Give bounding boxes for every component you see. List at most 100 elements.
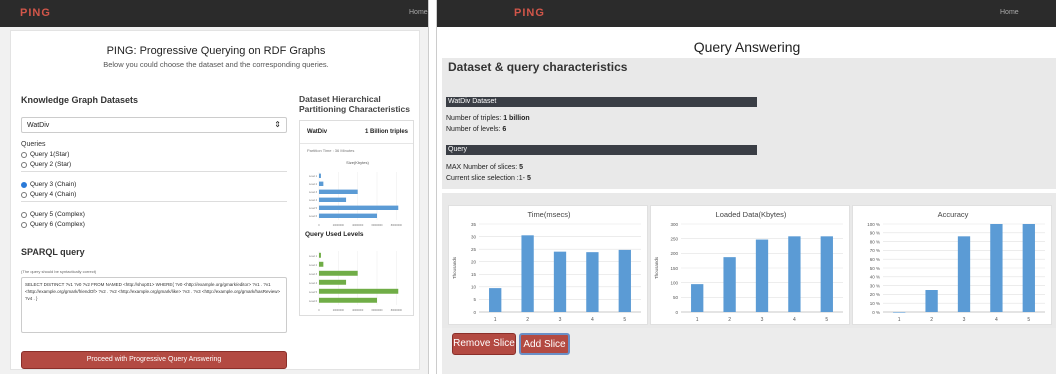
mini-chart-title: Size(Kbytes): [346, 160, 369, 165]
y-tick-label: 30: [471, 234, 477, 239]
query-option[interactable]: Query 3 (Chain): [21, 181, 76, 188]
query-bar: Query: [446, 145, 757, 155]
chart-bar: [957, 236, 971, 312]
x-tick-label: 3: [963, 317, 966, 323]
mini-bar: [319, 261, 324, 267]
x-tick-label: 4: [591, 317, 594, 323]
triples-line: Number of triples: 1 billion: [446, 115, 530, 122]
x-tick-label: 1: [696, 317, 699, 323]
chart-title: Loaded Data(Kbytes): [716, 210, 787, 219]
x-tick-label: 2: [728, 317, 731, 323]
select-caret-icon: ⇕: [274, 120, 281, 129]
chart-bar: [893, 312, 906, 313]
y-tick-label: 20: [471, 260, 477, 265]
divider: [21, 201, 287, 202]
chart-title: Accuracy: [938, 210, 969, 219]
section-heading: Dataset & query characteristics: [448, 60, 628, 74]
x-tick-label: 2: [930, 317, 933, 323]
right-navbar: PING Home: [437, 0, 1056, 27]
time-chart-box: Time(msecs) Thousands 0 5 10 15 20 25 30 35 1 2 3 4 5: [448, 205, 648, 325]
sparql-hint: (The query should be syntactically corre…: [21, 269, 97, 274]
selection-line: Current slice selection :1- 5: [446, 175, 531, 182]
y-tick-label: 200: [670, 251, 678, 256]
proceed-button[interactable]: Proceed with Progressive Query Answering: [21, 351, 287, 369]
query-option[interactable]: Query 2 (Star): [21, 161, 71, 168]
page-subtitle: Below you could choose the dataset and t…: [103, 60, 329, 69]
page-title: PING: Progressive Querying on RDF Graphs: [106, 45, 326, 57]
y-tick-label: 250: [670, 236, 678, 241]
left-navbar: PING Home: [0, 0, 428, 27]
mini-y-label: Level 6: [309, 215, 318, 218]
mini-y-label: Level 6: [309, 300, 318, 303]
y-axis-label: Thousands: [654, 256, 659, 279]
query-label: Query 6 (Complex): [30, 221, 85, 228]
mini-y-label: Level 4: [309, 282, 318, 285]
mini-y-label: Level 3: [309, 191, 318, 194]
query-label: Query 1(Star): [30, 151, 70, 158]
brand-logo[interactable]: PING: [20, 7, 51, 19]
query-radio[interactable]: [21, 151, 27, 158]
hier-heading: Dataset Hierarchical Partitioning Charac…: [299, 94, 411, 114]
dataset-bar: WatDiv Dataset: [446, 97, 757, 107]
y-tick-label: 35: [471, 222, 477, 227]
query-radio[interactable]: [21, 161, 27, 168]
chart-bar: [820, 236, 833, 312]
y-tick-label: 40 %: [870, 275, 880, 280]
mini-y-label: Level 5: [309, 291, 318, 294]
y-tick-label: 0 %: [872, 310, 880, 315]
divider: [21, 171, 287, 172]
y-tick-label: 50: [673, 295, 679, 300]
accuracy-chart-box: Accuracy 0 % 10 % 20 % 30 % 40 % 50 % 60 % 70 % 8…: [852, 205, 1052, 325]
x-tick-label: 1: [898, 317, 901, 323]
y-tick-label: 25: [471, 247, 477, 252]
loaded-data-chart: Loaded Data(Kbytes) Thousands 0 50 100 150 200…: [654, 210, 843, 323]
mini-x-tick: 20000000: [333, 309, 345, 312]
divider: [300, 143, 413, 144]
add-slice-button[interactable]: Add Slice: [519, 333, 570, 355]
mini-x-tick: 80000000: [391, 224, 403, 227]
query-option[interactable]: Query 5 (Complex): [21, 211, 85, 218]
sparql-textarea[interactable]: SELECT DISTINCT ?v1 ?v0 ?v2 FROM NAMED <…: [21, 277, 287, 333]
y-tick-label: 15: [471, 272, 477, 277]
chart-bar: [553, 251, 567, 312]
y-tick-label: 30 %: [870, 283, 880, 288]
x-tick-label: 2: [526, 317, 529, 323]
dataset-select[interactable]: WatDiv ⇕: [21, 117, 287, 133]
sparql-heading: SPARQL query: [21, 247, 85, 257]
query-levels-heading: Query Used Levels: [305, 231, 364, 238]
query-option[interactable]: Query 4 (Chain): [21, 191, 76, 198]
x-tick-label: 5: [1027, 317, 1030, 323]
chart-bar: [925, 290, 938, 312]
y-tick-label: 100: [670, 280, 678, 285]
remove-slice-button[interactable]: Remove Slice: [452, 333, 516, 355]
y-tick-label: 5: [473, 297, 476, 302]
mini-y-label: Level 1: [309, 175, 318, 178]
nav-home-link[interactable]: Home: [409, 9, 428, 16]
chart-bar: [521, 235, 534, 312]
charts-section: Time(msecs) Thousands 0 5 10 15 20 25 30 35 1 2 3 4 5 …: [442, 193, 1056, 328]
query-radio[interactable]: [21, 211, 27, 218]
left-main-card: PING: Progressive Querying on RDF Graphs…: [10, 30, 420, 370]
query-label: Query 3 (Chain): [30, 181, 77, 188]
mini-x-tick: 20000000: [333, 224, 345, 227]
query-option[interactable]: Query 6 (Complex): [21, 221, 85, 228]
y-tick-label: 10 %: [870, 301, 880, 306]
nav-home-link[interactable]: Home: [1000, 9, 1019, 16]
chart-bar: [618, 249, 631, 312]
query-radio[interactable]: [21, 181, 27, 188]
query-radio[interactable]: [21, 191, 27, 198]
y-tick-label: 70 %: [870, 248, 880, 253]
mini-bar: [319, 288, 399, 294]
y-tick-label: 300: [670, 222, 678, 227]
x-tick-label: 5: [623, 317, 626, 323]
brand-logo[interactable]: PING: [514, 7, 545, 19]
query-option[interactable]: Query 1(Star): [21, 151, 69, 158]
queries-label: Queries: [21, 141, 46, 148]
chart-bar: [1022, 224, 1035, 312]
mini-y-label: Level 5: [309, 207, 318, 210]
query-radio[interactable]: [21, 221, 27, 228]
partition-dataset-label: WatDiv: [307, 129, 328, 135]
chart-bar: [990, 224, 1003, 312]
query-label: Query 4 (Chain): [30, 191, 77, 198]
slices-line: MAX Number of slices: 5: [446, 164, 524, 171]
